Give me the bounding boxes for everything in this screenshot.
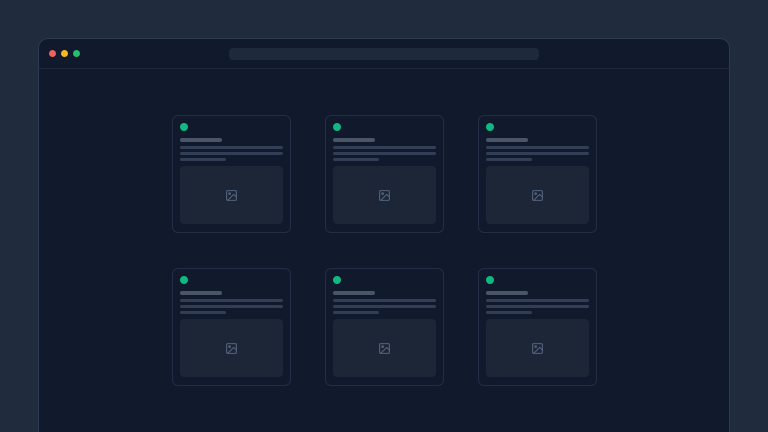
skeleton-title-line [333, 138, 375, 142]
image-icon [531, 342, 544, 355]
card[interactable] [478, 268, 597, 386]
skeleton-text-line [486, 152, 589, 155]
skeleton-title-line [333, 291, 375, 295]
card[interactable] [325, 115, 444, 233]
window-content [39, 69, 729, 386]
maximize-button[interactable] [73, 50, 80, 57]
image-placeholder [333, 319, 436, 377]
image-placeholder [486, 166, 589, 224]
window-titlebar [39, 39, 729, 69]
skeleton-title-line [486, 138, 528, 142]
image-icon [531, 189, 544, 202]
image-placeholder [180, 166, 283, 224]
skeleton-title-line [180, 138, 222, 142]
page-background [0, 0, 768, 432]
skeleton-text-line [333, 299, 436, 302]
minimize-button[interactable] [61, 50, 68, 57]
skeleton-text-line [180, 305, 283, 308]
image-placeholder [486, 319, 589, 377]
skeleton-text-line [180, 299, 283, 302]
image-icon [225, 189, 238, 202]
address-bar[interactable] [229, 48, 539, 60]
skeleton-text-line [486, 305, 589, 308]
skeleton-text-line [486, 299, 589, 302]
image-icon [378, 189, 391, 202]
status-dot [180, 123, 188, 131]
card[interactable] [325, 268, 444, 386]
card-grid [172, 115, 597, 386]
skeleton-footer-line [333, 311, 379, 314]
skeleton-footer-line [180, 311, 226, 314]
card[interactable] [172, 268, 291, 386]
image-placeholder [333, 166, 436, 224]
image-placeholder [180, 319, 283, 377]
status-dot [180, 276, 188, 284]
skeleton-footer-line [333, 158, 379, 161]
browser-window [38, 38, 730, 432]
skeleton-text-line [333, 146, 436, 149]
skeleton-text-line [486, 146, 589, 149]
status-dot [333, 123, 341, 131]
card[interactable] [478, 115, 597, 233]
image-icon [378, 342, 391, 355]
skeleton-footer-line [180, 158, 226, 161]
skeleton-text-line [180, 152, 283, 155]
status-dot [486, 123, 494, 131]
skeleton-title-line [486, 291, 528, 295]
skeleton-text-line [333, 305, 436, 308]
skeleton-title-line [180, 291, 222, 295]
traffic-lights [49, 39, 80, 68]
image-icon [225, 342, 238, 355]
card[interactable] [172, 115, 291, 233]
skeleton-footer-line [486, 311, 532, 314]
close-button[interactable] [49, 50, 56, 57]
skeleton-text-line [333, 152, 436, 155]
skeleton-text-line [180, 146, 283, 149]
status-dot [333, 276, 341, 284]
status-dot [486, 276, 494, 284]
skeleton-footer-line [486, 158, 532, 161]
